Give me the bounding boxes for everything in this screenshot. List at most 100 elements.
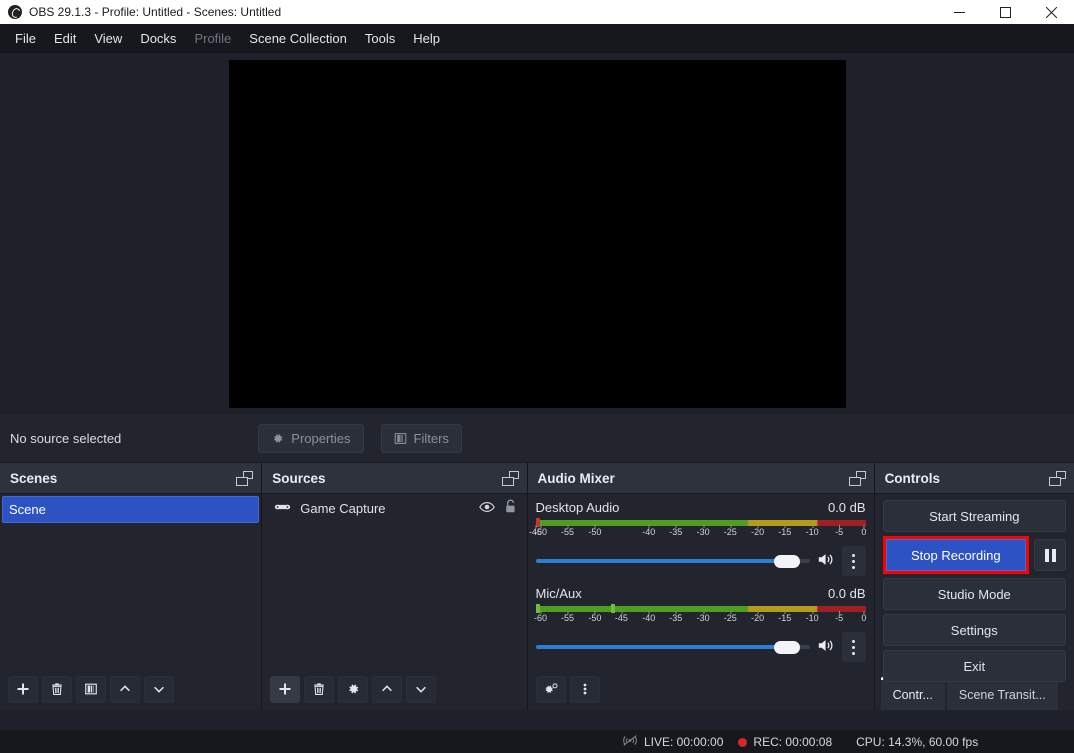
- mixer-menu-button[interactable]: [569, 675, 600, 703]
- rec-status: REC: 00:00:08: [738, 735, 832, 749]
- menu-help[interactable]: Help: [404, 27, 449, 50]
- move-scene-up-button[interactable]: [110, 675, 140, 703]
- sources-list[interactable]: Game Capture: [262, 494, 527, 672]
- move-source-up-button[interactable]: [372, 675, 403, 703]
- eye-icon[interactable]: [478, 501, 495, 516]
- rec-timer-label: REC: 00:00:08: [753, 735, 833, 749]
- popout-icon[interactable]: [501, 470, 519, 486]
- meter-tick: -20: [751, 525, 765, 537]
- move-scene-down-button[interactable]: [144, 675, 174, 703]
- controls-body: Start Streaming Stop Recording Studio Mo…: [874, 494, 1074, 682]
- popout-icon[interactable]: [236, 470, 254, 486]
- obs-logo-icon: [8, 5, 22, 19]
- gear-icon: [274, 433, 283, 443]
- mixer-channel-db: 0.0 dB: [827, 586, 866, 601]
- studio-mode-button[interactable]: Studio Mode: [882, 578, 1066, 610]
- controls-dock: Controls Start Streaming Stop Recording …: [874, 463, 1074, 710]
- meter-tick: -40: [642, 611, 656, 623]
- meter-tick: -30: [696, 525, 710, 537]
- meter-tick: -10: [805, 611, 819, 623]
- menu-edit[interactable]: Edit: [45, 27, 85, 50]
- settings-button[interactable]: Settings: [882, 614, 1066, 646]
- menu-bar: File Edit View Docks Profile Scene Colle…: [0, 24, 1074, 53]
- status-bar: LIVE: 00:00:00 REC: 00:00:08 CPU: 14.3%,…: [0, 730, 1074, 753]
- meter-tick: -50: [588, 611, 602, 623]
- move-source-down-button[interactable]: [406, 675, 437, 703]
- speaker-icon[interactable]: [817, 552, 835, 570]
- menu-scene-collection[interactable]: Scene Collection: [240, 27, 356, 50]
- speaker-icon[interactable]: [817, 638, 835, 656]
- volume-slider[interactable]: [535, 553, 810, 569]
- scene-list-item[interactable]: Scene: [2, 496, 260, 523]
- meter-tick: -35: [669, 525, 683, 537]
- meter-tick: -50: [588, 525, 602, 537]
- filters-button[interactable]: Filters: [380, 423, 462, 453]
- menu-tools[interactable]: Tools: [356, 27, 404, 50]
- meter-tick: 0: [861, 611, 867, 623]
- menu-docks[interactable]: Docks: [131, 27, 185, 50]
- volume-slider[interactable]: [535, 639, 810, 655]
- audio-settings-button[interactable]: [535, 675, 566, 703]
- meter-tick: -25: [723, 525, 737, 537]
- audio-mixer-header: Audio Mixer: [527, 463, 874, 494]
- meter-tick: -45: [614, 611, 628, 623]
- title-bar: OBS 29.1.3 - Profile: Untitled - Scenes:…: [0, 0, 1074, 24]
- menu-profile[interactable]: Profile: [185, 27, 240, 50]
- add-scene-button[interactable]: [8, 675, 38, 703]
- remove-source-button[interactable]: [304, 675, 335, 703]
- audio-mixer-title: Audio Mixer: [537, 470, 615, 486]
- start-streaming-button[interactable]: Start Streaming: [882, 500, 1066, 532]
- menu-file[interactable]: File: [6, 27, 45, 50]
- minimize-icon[interactable]: [936, 0, 982, 24]
- scene-list-item-label: Scene: [9, 502, 46, 517]
- preview-area[interactable]: [0, 53, 1074, 413]
- mixer-channel-menu-button[interactable]: [841, 546, 866, 576]
- properties-button[interactable]: Properties: [258, 423, 364, 453]
- window-controls: [936, 0, 1074, 24]
- meter-tick: -40: [642, 525, 656, 537]
- gamepad-icon: [274, 501, 291, 516]
- meter-tick: -35: [669, 611, 683, 623]
- scenes-dock-header: Scenes: [0, 463, 262, 494]
- scenes-title: Scenes: [10, 470, 58, 486]
- filters-button-label: Filters: [413, 430, 449, 446]
- meter-ticks: -60 -55 -50 -45 -40 -35 -30 -25 -20 -15 …: [533, 611, 867, 626]
- mixer-channel: Desktop Audio 0.0 dB -60 -55 -50 -45 -40…: [529, 500, 866, 576]
- maximize-icon[interactable]: [982, 0, 1028, 24]
- audio-mixer-dock: Audio Mixer Desktop Audio 0.0 dB -60 -55…: [527, 463, 875, 710]
- stream-inactive-icon: [622, 734, 638, 750]
- preview-canvas[interactable]: [228, 59, 846, 408]
- audio-mixer-toolbar: [528, 672, 874, 710]
- remove-scene-button[interactable]: [42, 675, 72, 703]
- stop-recording-button[interactable]: Stop Recording: [885, 539, 1026, 571]
- add-source-button[interactable]: [270, 675, 301, 703]
- meter-tick: -60: [533, 611, 547, 623]
- mixer-channel-db: 0.0 dB: [827, 500, 866, 515]
- scenes-list[interactable]: Scene: [0, 494, 262, 672]
- source-toolbar: No source selected Properties Filters: [0, 413, 1074, 463]
- exit-button[interactable]: Exit: [882, 650, 1066, 682]
- popout-icon[interactable]: [1049, 470, 1066, 486]
- popout-icon[interactable]: [848, 470, 866, 486]
- pause-recording-button[interactable]: [1034, 539, 1066, 571]
- sources-dock-header: Sources: [262, 463, 527, 494]
- mixer-channel-name: Desktop Audio: [535, 500, 620, 515]
- source-list-item[interactable]: Game Capture: [262, 494, 526, 522]
- meter-tick: -55: [561, 525, 575, 537]
- meter-tick: -25: [723, 611, 737, 623]
- meter-tick: -30: [696, 611, 710, 623]
- live-timer-label: LIVE: 00:00:00: [644, 735, 724, 749]
- close-icon[interactable]: [1028, 0, 1074, 24]
- source-properties-button[interactable]: [338, 675, 369, 703]
- menu-view[interactable]: View: [85, 27, 131, 50]
- performance-label: CPU: 14.3%, 60.00 fps: [856, 735, 979, 749]
- stop-recording-highlight: Stop Recording: [882, 536, 1029, 574]
- mixer-channel-menu-button[interactable]: [841, 632, 866, 662]
- meter-tick: -55: [561, 611, 575, 623]
- sources-dock: Sources Game Capture: [262, 463, 528, 710]
- unlock-icon[interactable]: [504, 499, 517, 517]
- scene-filters-button[interactable]: [76, 675, 106, 703]
- meter-tick: -5: [835, 611, 844, 623]
- tab-scene-transitions[interactable]: Scene Transit...: [946, 680, 1058, 710]
- no-source-selected-label: No source selected: [10, 430, 122, 446]
